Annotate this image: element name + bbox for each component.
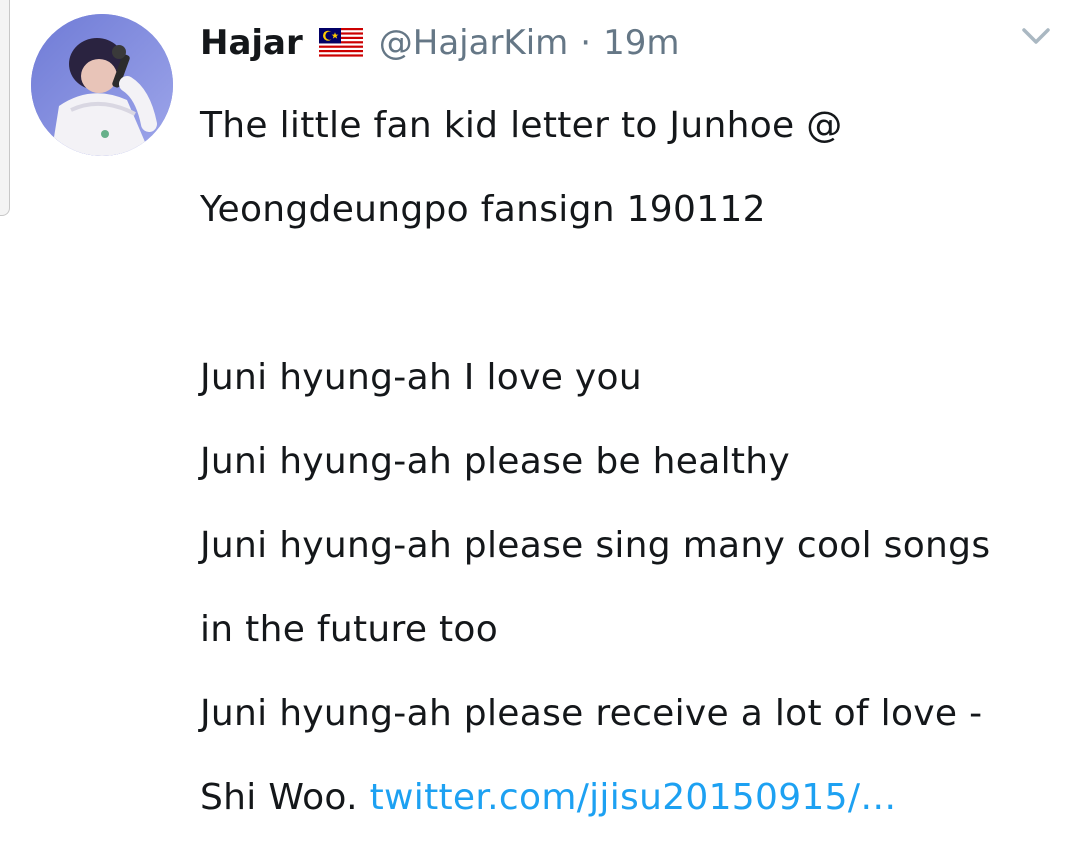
- tweet-timestamp[interactable]: 19m: [603, 23, 679, 63]
- tweet-text-line: Juni hyung-ah please sing many cool song…: [200, 525, 991, 566]
- malaysia-flag-icon: [318, 28, 363, 58]
- avatar[interactable]: [31, 14, 173, 156]
- author-handle[interactable]: @HajarKim: [379, 23, 569, 63]
- author-display-name[interactable]: Hajar: [200, 23, 303, 63]
- timestamp-separator: ·: [580, 23, 592, 63]
- tweet-text-line: The little fan kid letter to Junhoe @: [200, 105, 843, 146]
- tweet-final-line: Shi Woo. twitter.com/jjisu20150915/…: [200, 756, 1070, 840]
- tweet-text-line: Juni hyung-ah please receive a lot of lo…: [200, 693, 983, 734]
- avatar-image: [31, 14, 173, 156]
- signature-text: Shi Woo.: [200, 777, 358, 818]
- tweet-text-line: Yeongdeungpo fansign 190112: [200, 189, 766, 230]
- tweet-text-line: in the future too: [200, 609, 499, 650]
- tweet-text: The little fan kid letter to Junhoe @ Ye…: [200, 84, 1070, 840]
- tweet-header: Hajar @HajarKim · 19m: [200, 16, 680, 70]
- chevron-down-icon[interactable]: [1016, 18, 1056, 54]
- tweet-link[interactable]: twitter.com/jjisu20150915/…: [370, 777, 897, 818]
- tweet-text-line: Juni hyung-ah I love you: [200, 357, 642, 398]
- tweet-text-line: Juni hyung-ah please be healthy: [200, 441, 791, 482]
- adjacent-panel-edge: [0, 0, 10, 216]
